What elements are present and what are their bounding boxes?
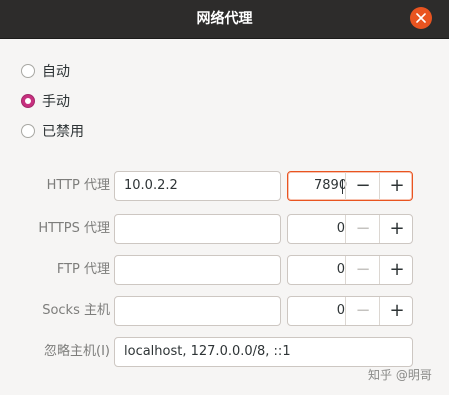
radio-circle: [21, 64, 35, 78]
ftp-port-decrement-button[interactable]: −: [345, 256, 380, 284]
http-port-decrement-button[interactable]: −: [345, 172, 380, 200]
socks-port-spinner[interactable]: 0 − +: [287, 296, 413, 326]
socks-port-decrement-button[interactable]: −: [345, 297, 380, 325]
ftp-port-increment-button[interactable]: +: [379, 256, 414, 284]
http-port-increment-button[interactable]: +: [379, 172, 414, 200]
close-icon: [416, 13, 426, 23]
radio-circle: [21, 124, 35, 138]
radio-auto[interactable]: 自动: [21, 61, 70, 81]
radio-circle: [21, 94, 35, 108]
radio-manual[interactable]: 手动: [21, 91, 70, 111]
http-port-value[interactable]: 7890: [288, 172, 347, 200]
socks-port-increment-button[interactable]: +: [379, 297, 414, 325]
title-bar: 网络代理: [0, 0, 449, 39]
ignore-hosts-label: 忽略主机(I): [44, 344, 110, 359]
ftp-host-input[interactable]: [114, 255, 281, 285]
radio-label: 手动: [42, 94, 70, 110]
http-proxy-label: HTTP 代理: [46, 178, 110, 193]
http-host-input[interactable]: 10.0.2.2: [114, 171, 281, 201]
radio-label: 已禁用: [42, 124, 84, 140]
ignore-hosts-input[interactable]: localhost, 127.0.0.0/8, ::1: [114, 337, 413, 367]
ftp-port-spinner[interactable]: 0 − +: [287, 255, 413, 285]
socks-port-value[interactable]: 0: [288, 297, 345, 325]
text-caret: [342, 179, 343, 194]
https-port-increment-button[interactable]: +: [379, 215, 414, 243]
https-port-spinner[interactable]: 0 − +: [287, 214, 413, 244]
proxy-settings-panel: 自动 手动 已禁用 HTTP 代理 10.0.2.2 7890 − + HTTP…: [0, 39, 449, 395]
window-title: 网络代理: [196, 11, 253, 27]
https-proxy-label: HTTPS 代理: [38, 221, 110, 236]
close-button[interactable]: [410, 7, 432, 29]
ftp-port-value[interactable]: 0: [288, 256, 345, 284]
socks-host-label: Socks 主机: [42, 303, 110, 318]
ftp-proxy-label: FTP 代理: [56, 262, 110, 277]
http-port-spinner[interactable]: 7890 − +: [287, 171, 413, 201]
radio-disabled[interactable]: 已禁用: [21, 121, 84, 141]
radio-label: 自动: [42, 64, 70, 80]
https-host-input[interactable]: [114, 214, 281, 244]
socks-host-input[interactable]: [114, 296, 281, 326]
watermark: 知乎 @明哥: [368, 368, 432, 382]
https-port-value[interactable]: 0: [288, 215, 345, 243]
https-port-decrement-button[interactable]: −: [345, 215, 380, 243]
